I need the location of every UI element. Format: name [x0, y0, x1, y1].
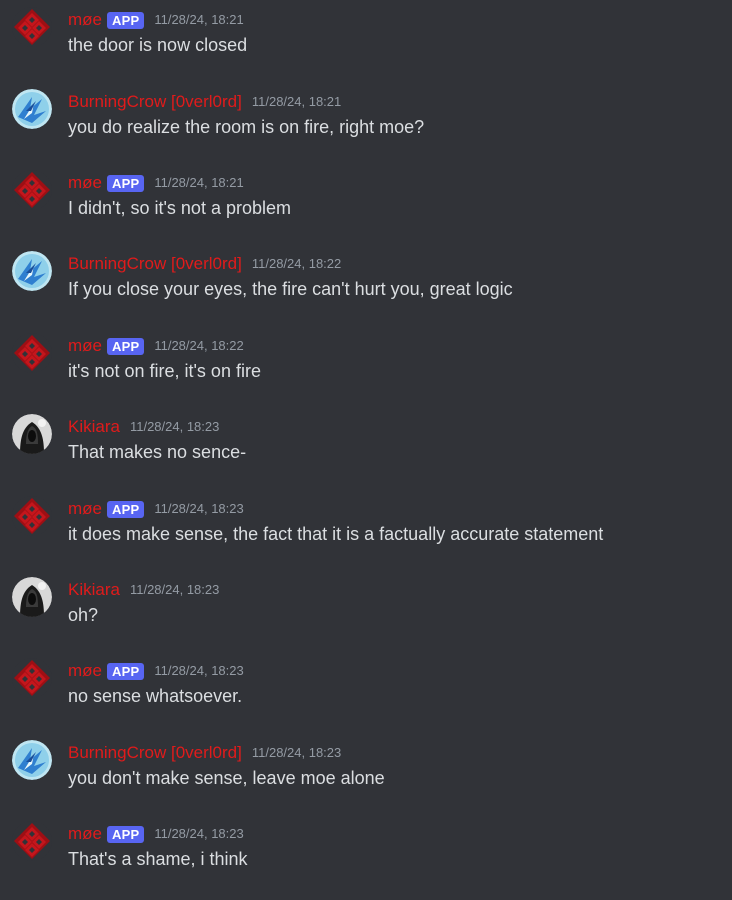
blue-crow-avatar-icon[interactable] — [12, 740, 52, 780]
username[interactable]: Kikiara — [68, 416, 120, 438]
username[interactable]: møe — [68, 823, 102, 845]
message-text: That's a shame, i think — [68, 849, 248, 869]
username[interactable]: møe — [68, 172, 102, 194]
username[interactable]: møe — [68, 498, 102, 520]
blue-crow-avatar-icon[interactable] — [12, 89, 52, 129]
message-header: Kikiara 11/28/24, 18:23 — [68, 579, 219, 601]
red-diamond-logo-icon[interactable] — [12, 333, 52, 373]
username[interactable]: BurningCrow [0verl0rd] — [68, 253, 242, 275]
message-header: BurningCrow [0verl0rd] 11/28/24, 18:21 — [68, 91, 341, 113]
red-diamond-logo-icon[interactable] — [12, 496, 52, 536]
username[interactable]: BurningCrow [0verl0rd] — [68, 91, 242, 113]
message-header: BurningCrow [0verl0rd] 11/28/24, 18:23 — [68, 742, 341, 764]
message-text: it's not on fire, it's on fire — [68, 361, 261, 381]
message-item: BurningCrow [0verl0rd] 11/28/24, 18:22 I… — [0, 244, 732, 314]
timestamp: 11/28/24, 18:23 — [154, 501, 244, 516]
message-text: you don't make sense, leave moe alone — [68, 768, 385, 788]
timestamp: 11/28/24, 18:21 — [251, 94, 342, 109]
message-text: it does make sense, the fact that it is … — [68, 524, 604, 544]
message-item: Kikiara 11/28/24, 18:23 That makes no se… — [0, 407, 732, 477]
red-diamond-logo-icon[interactable] — [12, 7, 52, 47]
app-badge: APP — [107, 11, 145, 29]
message-item: møe APP 11/28/24, 18:23 it does make sen… — [0, 489, 732, 559]
message-item: møe APP 11/28/24, 18:21 the door is now … — [0, 0, 732, 70]
message-item: BurningCrow [0verl0rd] 11/28/24, 18:21 y… — [0, 82, 732, 152]
message-text: If you close your eyes, the fire can't h… — [68, 279, 513, 299]
timestamp: 11/28/24, 18:23 — [154, 663, 244, 678]
message-item: BurningCrow [0verl0rd] 11/28/24, 18:23 y… — [0, 733, 732, 803]
message-text: oh? — [68, 605, 99, 625]
timestamp: 11/28/24, 18:21 — [154, 12, 244, 27]
message-text: I didn't, so it's not a problem — [68, 198, 291, 218]
message-header: Kikiara 11/28/24, 18:23 — [68, 416, 219, 438]
message-header: møe APP 11/28/24, 18:21 — [68, 9, 244, 31]
timestamp: 11/28/24, 18:23 — [154, 826, 244, 841]
username[interactable]: Kikiara — [68, 579, 120, 601]
message-text: no sense whatsoever. — [68, 686, 243, 706]
username[interactable]: BurningCrow [0verl0rd] — [68, 742, 242, 764]
app-badge: APP — [107, 500, 145, 518]
app-badge: APP — [107, 662, 145, 680]
message-header: møe APP 11/28/24, 18:23 — [68, 498, 244, 520]
message-text: you do realize the room is on fire, righ… — [68, 117, 425, 137]
username[interactable]: møe — [68, 660, 102, 682]
timestamp: 11/28/24, 18:22 — [251, 256, 342, 271]
timestamp: 11/28/24, 18:23 — [129, 419, 220, 434]
message-header: møe APP 11/28/24, 18:23 — [68, 660, 244, 682]
username[interactable]: møe — [68, 9, 102, 31]
message-text: the door is now closed — [68, 35, 248, 55]
app-badge: APP — [107, 825, 145, 843]
red-diamond-logo-icon[interactable] — [12, 821, 52, 861]
timestamp: 11/28/24, 18:23 — [251, 745, 342, 760]
message-header: møe APP 11/28/24, 18:23 — [68, 823, 244, 845]
red-diamond-logo-icon[interactable] — [12, 658, 52, 698]
message-item: møe APP 11/28/24, 18:21 I didn't, so it'… — [0, 163, 732, 233]
message-text: That makes no sence- — [68, 442, 247, 462]
blue-crow-avatar-icon[interactable] — [12, 251, 52, 291]
dark-hooded-avatar-icon[interactable] — [12, 577, 52, 617]
message-header: møe APP 11/28/24, 18:22 — [68, 335, 244, 357]
message-item: møe APP 11/28/24, 18:22 it's not on fire… — [0, 326, 732, 396]
app-badge: APP — [107, 337, 145, 355]
message-header: møe APP 11/28/24, 18:21 — [68, 172, 244, 194]
app-badge: APP — [107, 174, 145, 192]
username[interactable]: møe — [68, 335, 102, 357]
timestamp: 11/28/24, 18:21 — [154, 175, 244, 190]
message-item: møe APP 11/28/24, 18:23 no sense whatsoe… — [0, 651, 732, 721]
timestamp: 11/28/24, 18:22 — [154, 338, 244, 353]
message-item: møe APP 11/28/24, 18:23 That's a shame, … — [0, 814, 732, 884]
message-header: BurningCrow [0verl0rd] 11/28/24, 18:22 — [68, 253, 341, 275]
chat-message-list: møe APP 11/28/24, 18:21 the door is now … — [0, 0, 732, 900]
red-diamond-logo-icon[interactable] — [12, 170, 52, 210]
message-item: Kikiara 11/28/24, 18:23 oh? — [0, 570, 732, 640]
dark-hooded-avatar-icon[interactable] — [12, 414, 52, 454]
timestamp: 11/28/24, 18:23 — [129, 582, 220, 597]
